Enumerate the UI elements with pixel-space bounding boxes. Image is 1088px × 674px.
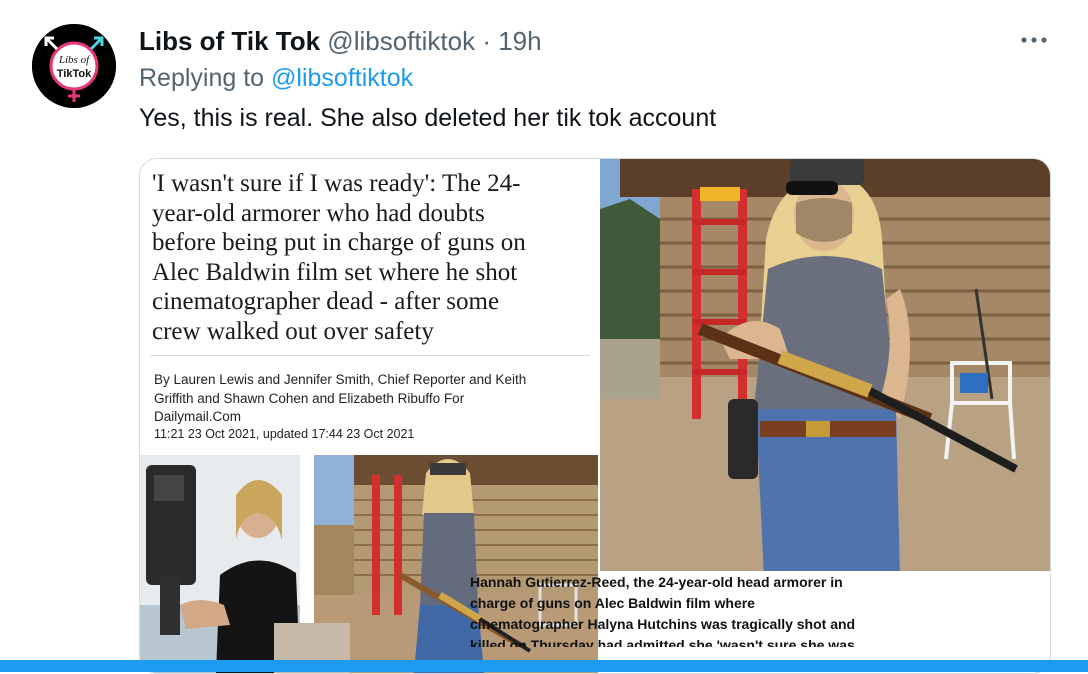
replying-to-handle[interactable]: @libsoftiktok — [271, 64, 413, 92]
libs-of-tiktok-logo: Libs of TikTok — [32, 24, 116, 108]
caption-line: killed on Thursday had admitted she 'was… — [470, 637, 855, 647]
headline-line: before being put in charge of guns on — [152, 229, 526, 256]
bottom-accent-bar — [0, 660, 1088, 672]
headline-line: Alec Baldwin film set where he shot — [152, 258, 518, 286]
replying-to: Replying to @libsoftiktok — [139, 64, 413, 93]
article-dateline: 11:21 23 Oct 2021, updated 17:44 23 Oct … — [154, 427, 415, 441]
svg-text:TikTok: TikTok — [57, 68, 92, 80]
tweet-time[interactable]: 19h — [498, 26, 541, 56]
author-name[interactable]: Libs of Tik Tok — [139, 26, 320, 56]
headline-line: crew walked out over safety — [152, 317, 434, 345]
headline-line: 'I wasn't sure if I was ready': The 24- — [152, 170, 521, 197]
more-horizontal-icon[interactable] — [1016, 28, 1052, 52]
author-handle[interactable]: @libsoftiktok — [327, 26, 475, 56]
headline-line: cinematographer dead - after some — [152, 288, 500, 315]
caption-line: Hannah Gutierrez-Reed, the 24-year-old h… — [470, 574, 843, 590]
tweet-text: Yes, this is real. She also deleted her … — [139, 104, 717, 132]
caption-line: charge of guns on Alec Baldwin film wher… — [470, 595, 755, 611]
tweet-header: Libs of Tik Tok @libsoftiktok · 19h — [139, 26, 542, 57]
byline-line: Griffith and Shawn Cohen and Elizabeth R… — [154, 390, 465, 406]
author-avatar[interactable]: Libs of TikTok — [32, 24, 116, 108]
article-byline: By Lauren Lewis and Jennifer Smith, Chie… — [154, 371, 594, 427]
replying-to-label: Replying to — [139, 64, 265, 92]
article-headline: 'I wasn't sure if I was ready': The 24- … — [152, 169, 588, 346]
headline-divider — [150, 355, 590, 356]
photo-caption: Hannah Gutierrez-Reed, the 24-year-old h… — [470, 572, 902, 647]
caption-line: cinematographer Halyna Hutchins was trag… — [470, 616, 856, 632]
byline-line: Dailymail.Com — [154, 409, 242, 424]
svg-text:Libs of: Libs of — [58, 54, 91, 66]
byline-line: By Lauren Lewis and Jennifer Smith, Chie… — [154, 372, 527, 387]
headline-line: year-old armorer who had doubts — [152, 199, 485, 227]
header-separator: · — [482, 26, 491, 56]
